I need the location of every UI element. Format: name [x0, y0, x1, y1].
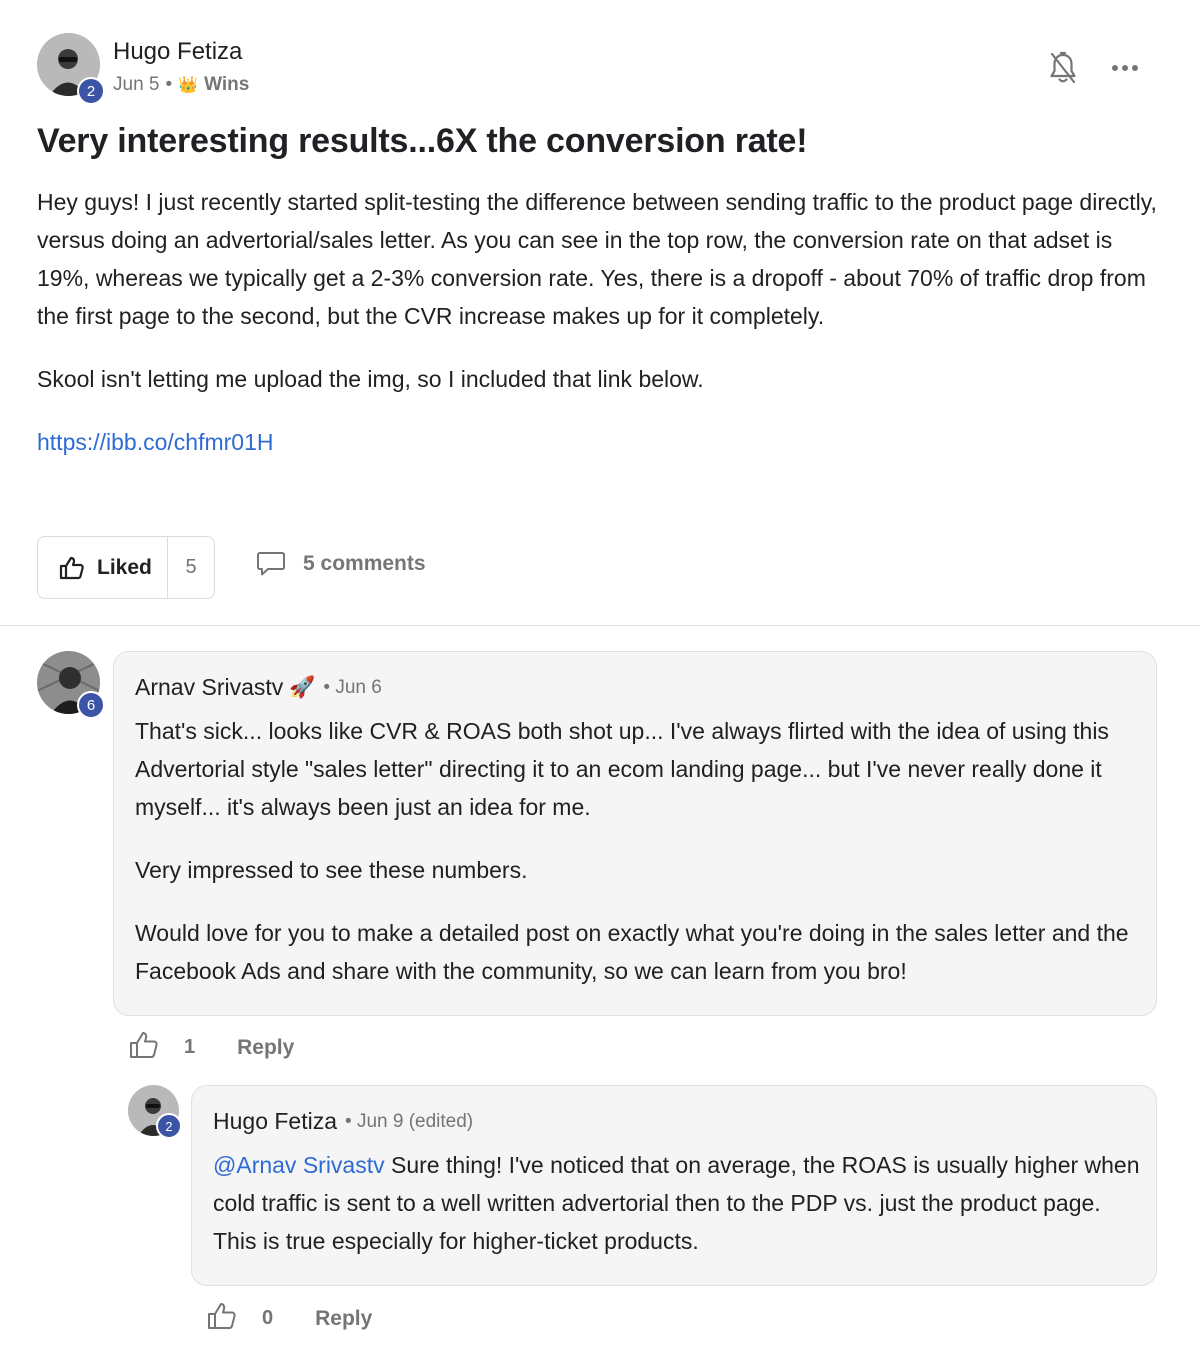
notifications-toggle-button[interactable] — [1048, 51, 1078, 85]
comment-date: • Jun 6 — [323, 676, 382, 698]
user-mention-link[interactable]: @Arnav Srivastv — [213, 1152, 385, 1178]
bell-off-icon — [1050, 51, 1076, 84]
comment-paragraph: Very impressed to see these numbers. — [135, 857, 528, 883]
level-badge: 6 — [77, 691, 105, 719]
post-body: Hey guys! I just recently started split-… — [37, 183, 1162, 486]
comment-date: • Jun 9 (edited) — [345, 1110, 474, 1132]
level-badge: 2 — [156, 1113, 182, 1139]
thumbs-up-icon — [208, 1303, 236, 1329]
post-category[interactable]: Wins — [204, 74, 249, 96]
reply-author-avatar[interactable]: 2 — [128, 1085, 182, 1139]
comment-paragraph: Would love for you to make a detailed po… — [135, 920, 1129, 984]
reply-button[interactable]: Reply — [315, 1307, 372, 1331]
comment-author-name[interactable]: Hugo Fetiza — [213, 1108, 337, 1135]
post-date: Jun 5 — [113, 74, 160, 95]
more-options-button[interactable] — [1109, 56, 1141, 80]
comment-like-count: 1 — [184, 1036, 196, 1058]
comment-author-avatar[interactable]: 6 — [37, 651, 105, 719]
comment-actions: 1 Reply — [129, 1031, 294, 1064]
like-label: Liked — [97, 555, 152, 579]
post-author-name[interactable]: Hugo Fetiza — [113, 38, 242, 66]
post-paragraph: Skool isn't letting me upload the img, s… — [37, 366, 704, 392]
comment-like-count: 0 — [262, 1307, 274, 1329]
comment-icon — [257, 552, 285, 576]
divider — [0, 625, 1200, 626]
thumbs-up-icon — [59, 556, 84, 579]
meta-separator: • — [165, 74, 173, 95]
post: 2 Hugo Fetiza Jun 5 • 👑 Wins Very intere… — [0, 0, 1200, 626]
reply-bubble: Hugo Fetiza • Jun 9 (edited) @Arnav Sriv… — [191, 1085, 1157, 1286]
comment-paragraph: That's sick... looks like CVR & ROAS bot… — [135, 718, 1109, 820]
comment-like-button[interactable] — [129, 1031, 159, 1064]
post-paragraph: Hey guys! I just recently started split-… — [37, 189, 1157, 329]
comment-bubble: Arnav Srivastv 🚀 • Jun 6 That's sick... … — [113, 651, 1157, 1016]
like-button[interactable]: Liked — [38, 537, 167, 598]
level-badge: 2 — [77, 77, 105, 105]
comment-like-button[interactable] — [207, 1302, 237, 1335]
comment-body: @Arnav Srivastv Sure thing! I've noticed… — [213, 1146, 1143, 1285]
like-count[interactable]: 5 — [167, 537, 214, 598]
post-title: Very interesting results...6X the conver… — [37, 122, 808, 160]
more-icon — [1112, 65, 1138, 71]
post-like-control: Liked 5 — [37, 536, 215, 599]
comment-header: Hugo Fetiza • Jun 9 (edited) — [213, 1108, 473, 1135]
reply-button[interactable]: Reply — [237, 1036, 294, 1060]
rocket-icon: 🚀 — [289, 675, 316, 699]
thumbs-up-icon — [130, 1032, 158, 1058]
comment-actions: 0 Reply — [207, 1302, 372, 1335]
crown-icon: 👑 — [178, 77, 199, 94]
comment-author-name[interactable]: Arnav Srivastv — [135, 674, 283, 701]
comments-button[interactable]: 5 comments — [256, 550, 426, 578]
post-meta: Jun 5 • 👑 Wins — [113, 74, 249, 96]
comment-header: Arnav Srivastv 🚀 • Jun 6 — [135, 674, 382, 701]
comment-body: That's sick... looks like CVR & ROAS bot… — [135, 712, 1135, 1015]
post-author-avatar[interactable]: 2 — [37, 33, 105, 105]
comments-count-label: 5 comments — [303, 552, 426, 575]
post-image-link[interactable]: https://ibb.co/chfmr01H — [37, 429, 274, 455]
